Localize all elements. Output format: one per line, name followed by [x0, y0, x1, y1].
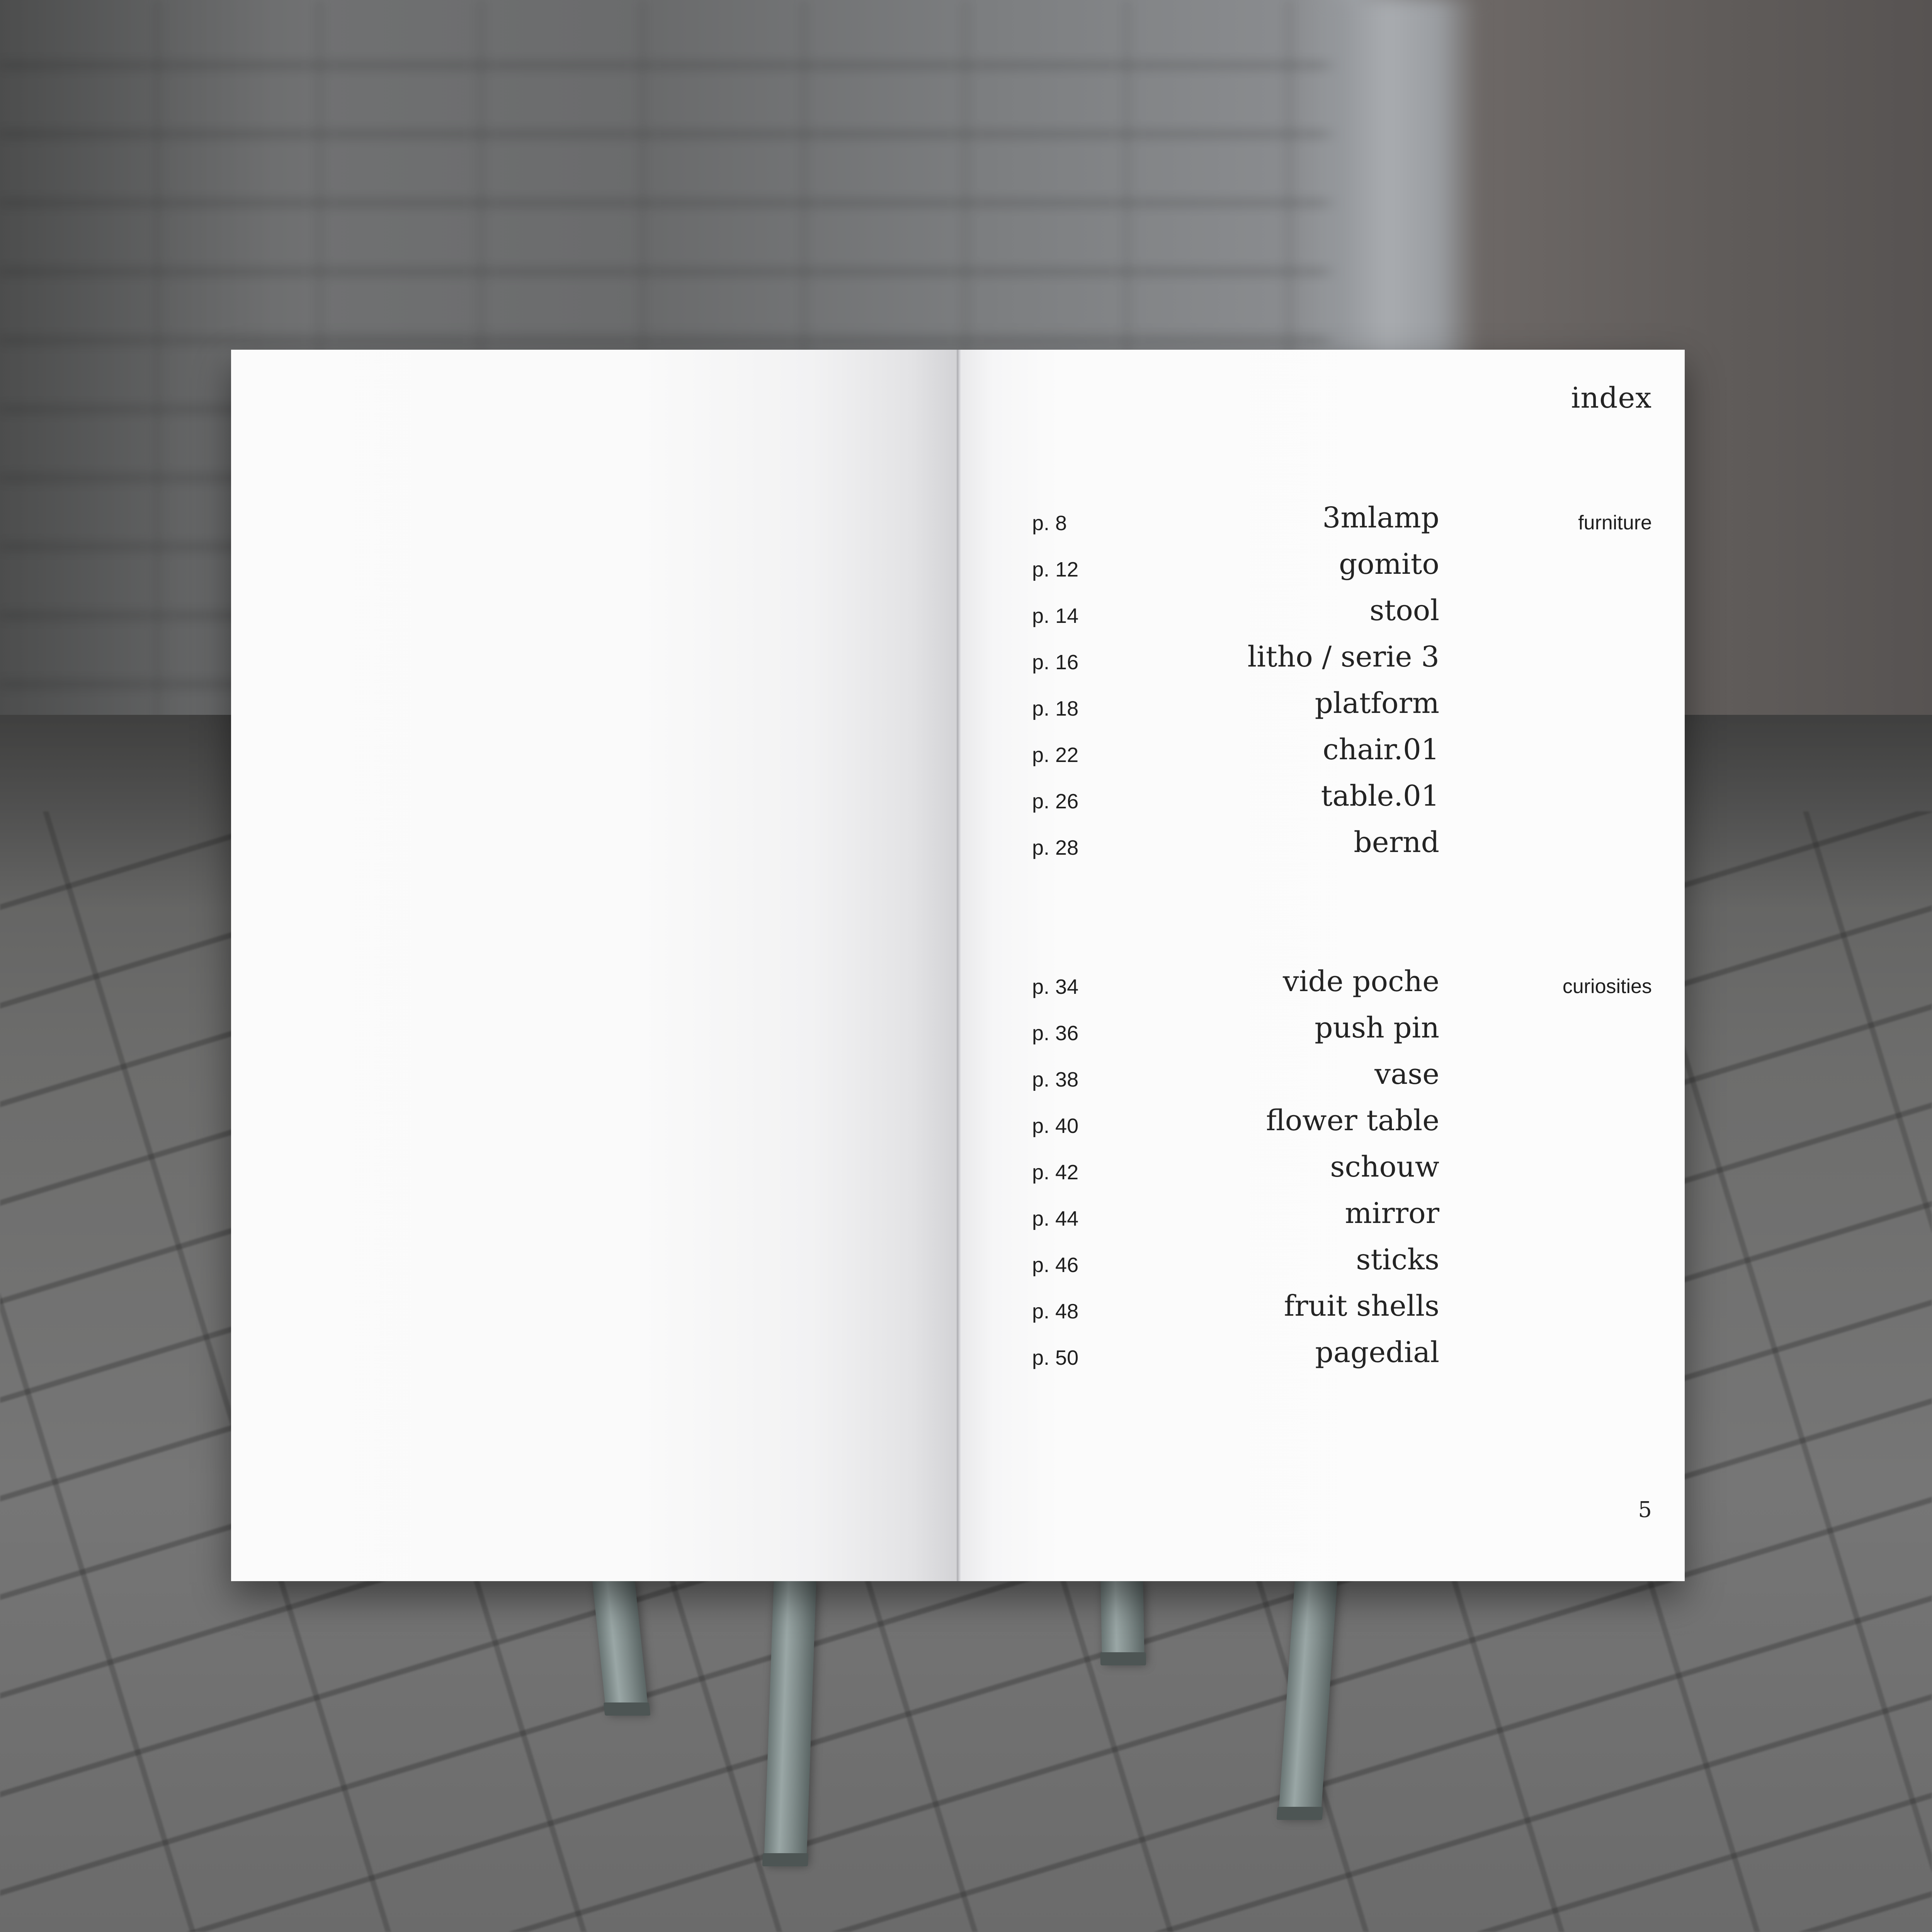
entry-page-number: p. 40 [1032, 1114, 1079, 1138]
entry-title: vase [1374, 1058, 1439, 1091]
entry-title: stool [1369, 594, 1439, 627]
list-item: p. 50 pagedial [959, 1336, 1685, 1382]
entry-title: vide poche [1283, 965, 1439, 998]
list-item: p. 12 gomito [959, 548, 1685, 594]
list-item: p. 40 flower table [959, 1104, 1685, 1150]
list-item: p. 38 vase [959, 1058, 1685, 1104]
list-item: p. 28 bernd [959, 826, 1685, 872]
stand-foot [1276, 1807, 1323, 1820]
list-item: p. 42 schouw [959, 1150, 1685, 1197]
list-item: p. 34 vide poche [959, 965, 1685, 1011]
entry-page-number: p. 12 [1032, 558, 1079, 581]
stand-foot [762, 1853, 808, 1866]
list-item: p. 46 sticks [959, 1243, 1685, 1289]
entry-title: platform [1315, 687, 1439, 720]
list-item: p. 26 table.01 [959, 779, 1685, 826]
list-item: p. 48 fruit shells [959, 1289, 1685, 1336]
entry-page-number: p. 50 [1032, 1346, 1079, 1369]
index-heading: index [1571, 381, 1652, 415]
entry-page-number: p. 42 [1032, 1161, 1079, 1184]
list-item: p. 14 stool [959, 594, 1685, 640]
page-number-folio: 5 [1638, 1497, 1652, 1522]
entry-page-number: p. 26 [1032, 790, 1079, 813]
list-item: p. 8 3mlamp [959, 501, 1685, 548]
entry-title: fruit shells [1284, 1289, 1439, 1323]
entry-title: push pin [1315, 1011, 1439, 1044]
section-curiosities: curiosities p. 34 vide poche p. 36 push … [959, 965, 1685, 1382]
stand-foot [603, 1702, 651, 1716]
list-item: p. 16 litho / serie 3 [959, 640, 1685, 687]
entry-title: schouw [1330, 1150, 1439, 1184]
entry-page-number: p. 34 [1032, 975, 1079, 998]
entry-title: table.01 [1321, 779, 1439, 813]
open-booklet: index furniture p. 8 3mlamp p. 12 gomito… [231, 350, 1685, 1581]
section-furniture: furniture p. 8 3mlamp p. 12 gomito p. 14… [959, 501, 1685, 872]
list-item: p. 44 mirror [959, 1197, 1685, 1243]
entry-page-number: p. 28 [1032, 836, 1079, 859]
left-page-blank [231, 350, 959, 1581]
entry-title: mirror [1345, 1197, 1439, 1230]
entry-page-number: p. 48 [1032, 1300, 1079, 1323]
entry-title: bernd [1354, 826, 1439, 859]
right-page-index: index furniture p. 8 3mlamp p. 12 gomito… [959, 350, 1685, 1581]
list-item: p. 36 push pin [959, 1011, 1685, 1058]
booklet-spine [957, 350, 961, 1581]
entry-page-number: p. 16 [1032, 651, 1079, 674]
entry-page-number: p. 8 [1032, 512, 1067, 535]
entry-page-number: p. 22 [1032, 743, 1079, 767]
stand-foot [1100, 1652, 1146, 1665]
list-item: p. 18 platform [959, 687, 1685, 733]
entry-page-number: p. 44 [1032, 1207, 1079, 1230]
entry-title: flower table [1266, 1104, 1439, 1137]
entry-title: 3mlamp [1322, 501, 1439, 534]
entry-page-number: p. 46 [1032, 1253, 1079, 1277]
entry-title: gomito [1338, 548, 1439, 581]
entry-page-number: p. 36 [1032, 1022, 1079, 1045]
entry-page-number: p. 18 [1032, 697, 1079, 720]
entry-title: sticks [1356, 1243, 1439, 1276]
entry-title: litho / serie 3 [1247, 640, 1439, 673]
entry-page-number: p. 38 [1032, 1068, 1079, 1091]
entry-page-number: p. 14 [1032, 604, 1079, 628]
entry-title: chair.01 [1323, 733, 1439, 766]
list-item: p. 22 chair.01 [959, 733, 1685, 779]
stand-leg-back-right [1100, 1577, 1146, 1665]
entry-title: pagedial [1315, 1336, 1439, 1369]
